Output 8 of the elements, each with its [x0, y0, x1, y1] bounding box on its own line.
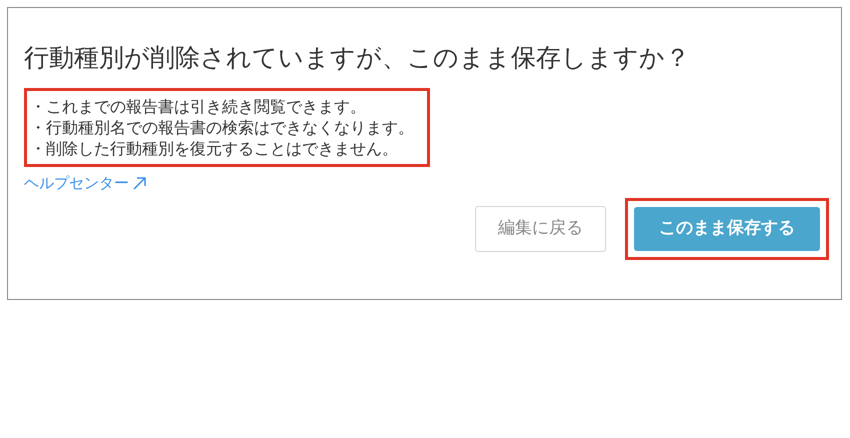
help-center-link[interactable]: ヘルプセンター [24, 173, 147, 193]
external-link-icon [131, 175, 147, 191]
note-text: ・これまでの報告書は引き続き閲覧できます。 [30, 96, 367, 117]
back-to-edit-button[interactable]: 編集に戻る [475, 206, 606, 252]
note-text: ・削除した行動種別を復元することはできません。 [30, 138, 399, 159]
save-button[interactable]: このまま保存する [634, 207, 820, 251]
dialog-title: 行動種別が削除されていますが、このまま保存しますか？ [24, 42, 690, 74]
note-text: ・行動種別名での報告書の検索はできなくなります。 [30, 117, 415, 138]
